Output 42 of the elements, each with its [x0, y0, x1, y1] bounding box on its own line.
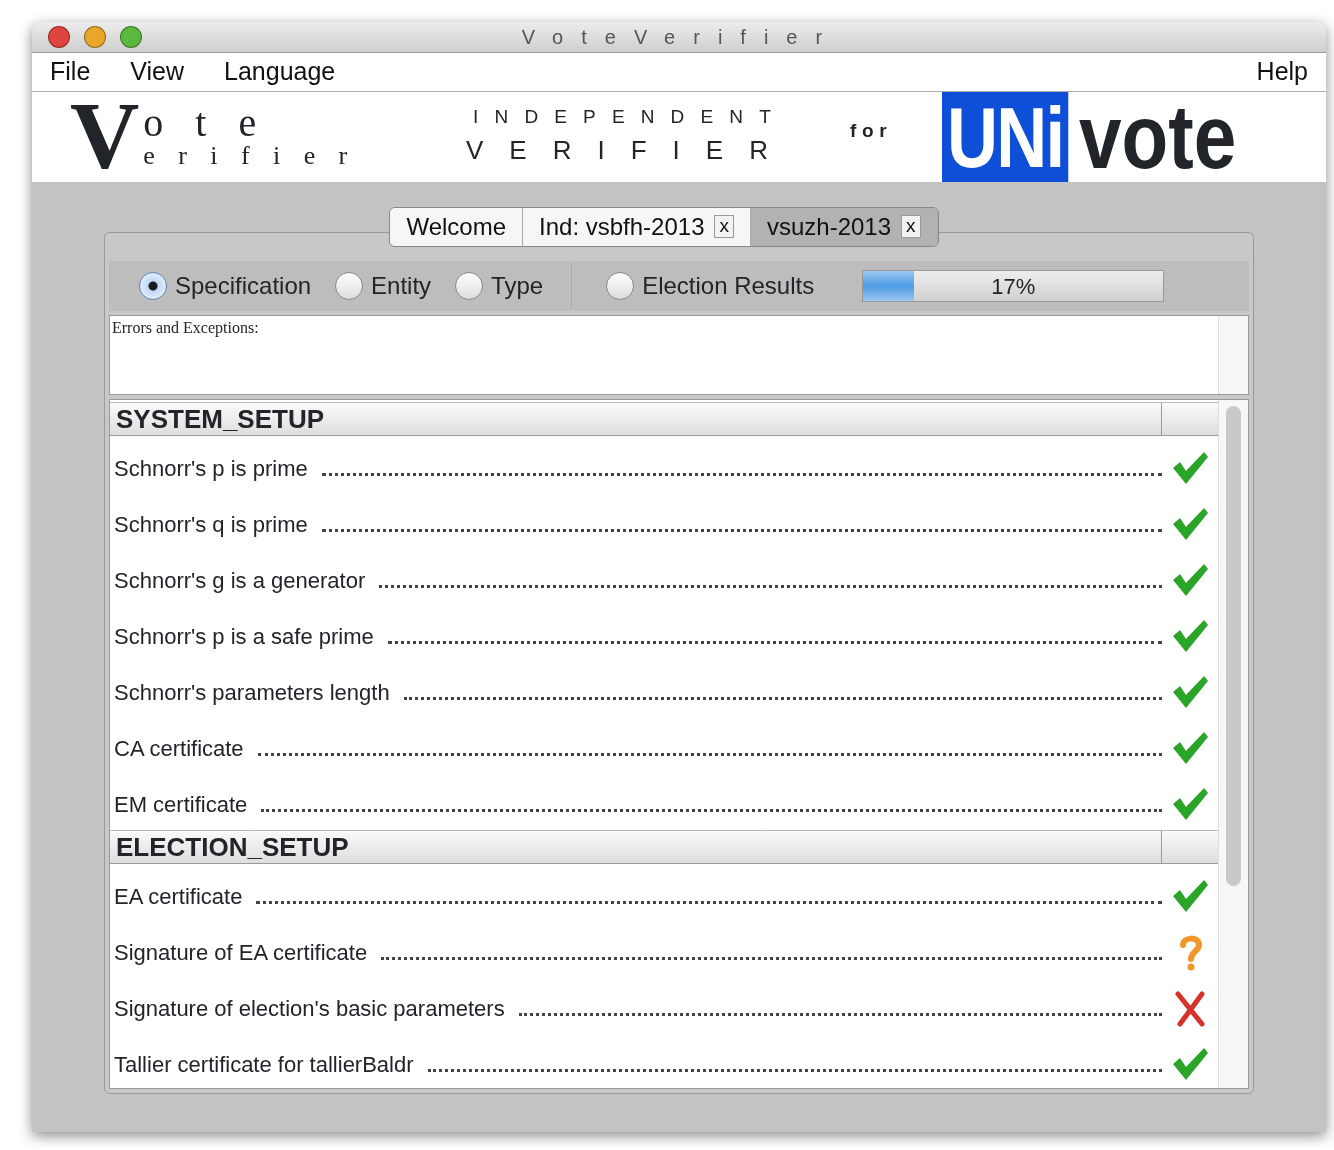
- check-label: Schnorr's parameters length: [114, 678, 390, 707]
- check-label: Tallier certificate for tallierBaldr: [114, 1050, 414, 1079]
- check-label: Signature of EA certificate: [114, 938, 368, 967]
- menu-item[interactable]: File: [50, 53, 91, 91]
- scrollbar[interactable]: [1218, 315, 1248, 394]
- close-window-icon[interactable]: [48, 26, 70, 48]
- radio-button[interactable]: [335, 271, 364, 300]
- check-label: EA certificate: [114, 882, 243, 911]
- section-title: SYSTEM_SETUP: [110, 402, 1162, 435]
- menu-item[interactable]: View: [130, 53, 185, 91]
- banner-heading: INDEPENDENT: [472, 104, 788, 129]
- minimize-window-icon[interactable]: [84, 26, 106, 48]
- radio-label[interactable]: Entity: [371, 267, 432, 304]
- radio-button[interactable]: [139, 271, 167, 300]
- tab[interactable]: vsuzh-2013 x: [751, 207, 938, 246]
- section-title: ELECTION_SETUP: [110, 830, 1162, 863]
- scroll-thumb[interactable]: [1226, 405, 1241, 886]
- radio-label[interactable]: Election Results: [642, 267, 815, 304]
- errors-label: Errors and Exceptions:: [112, 318, 259, 336]
- check-label: CA certificate: [114, 734, 244, 763]
- banner-heading: VERIFIER: [465, 134, 795, 168]
- menu-item[interactable]: Language: [224, 53, 336, 91]
- check-label: Schnorr's p is a safe prime: [114, 622, 374, 651]
- menu-item[interactable]: Help: [1256, 53, 1308, 91]
- tab[interactable]: Ind: vsbfh-2013 x: [523, 207, 751, 246]
- check-label: Schnorr's g is a generator: [114, 566, 366, 595]
- window-title: VoteVerifier: [520, 25, 842, 50]
- close-tab-button[interactable]: x: [901, 215, 921, 238]
- zoom-window-icon[interactable]: [120, 26, 142, 48]
- tab[interactable]: Welcome: [390, 207, 524, 246]
- banner-text: for: [850, 119, 893, 144]
- check-label: Signature of election's basic parameters: [114, 994, 505, 1023]
- progress-reading: 17%: [991, 272, 1036, 300]
- radio-label[interactable]: Type: [491, 267, 544, 304]
- check-label: Schnorr's p is prime: [114, 454, 308, 483]
- radio-button[interactable]: [606, 271, 635, 300]
- check-label: Schnorr's q is prime: [114, 510, 308, 539]
- radio-label[interactable]: Specification: [175, 267, 312, 304]
- radio-button[interactable]: [455, 271, 484, 300]
- check-label: EM certificate: [114, 790, 248, 819]
- close-tab-button[interactable]: x: [714, 215, 734, 238]
- scrollbar[interactable]: [1218, 399, 1248, 1088]
